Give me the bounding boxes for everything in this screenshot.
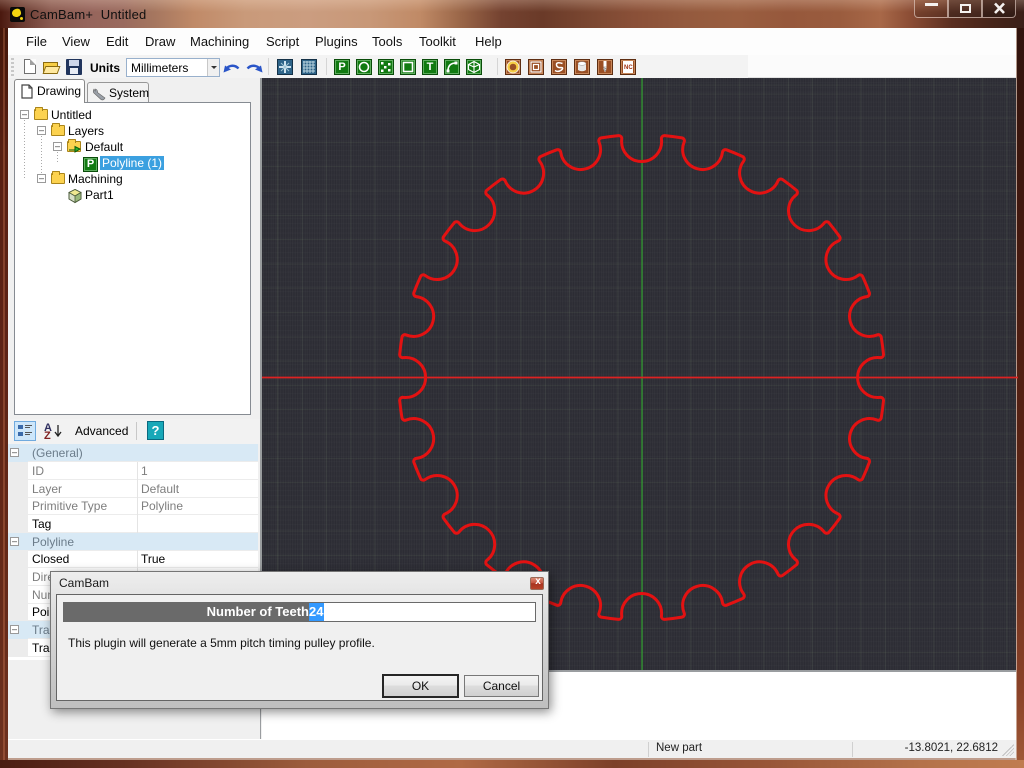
svg-text:NC: NC [624,65,633,71]
